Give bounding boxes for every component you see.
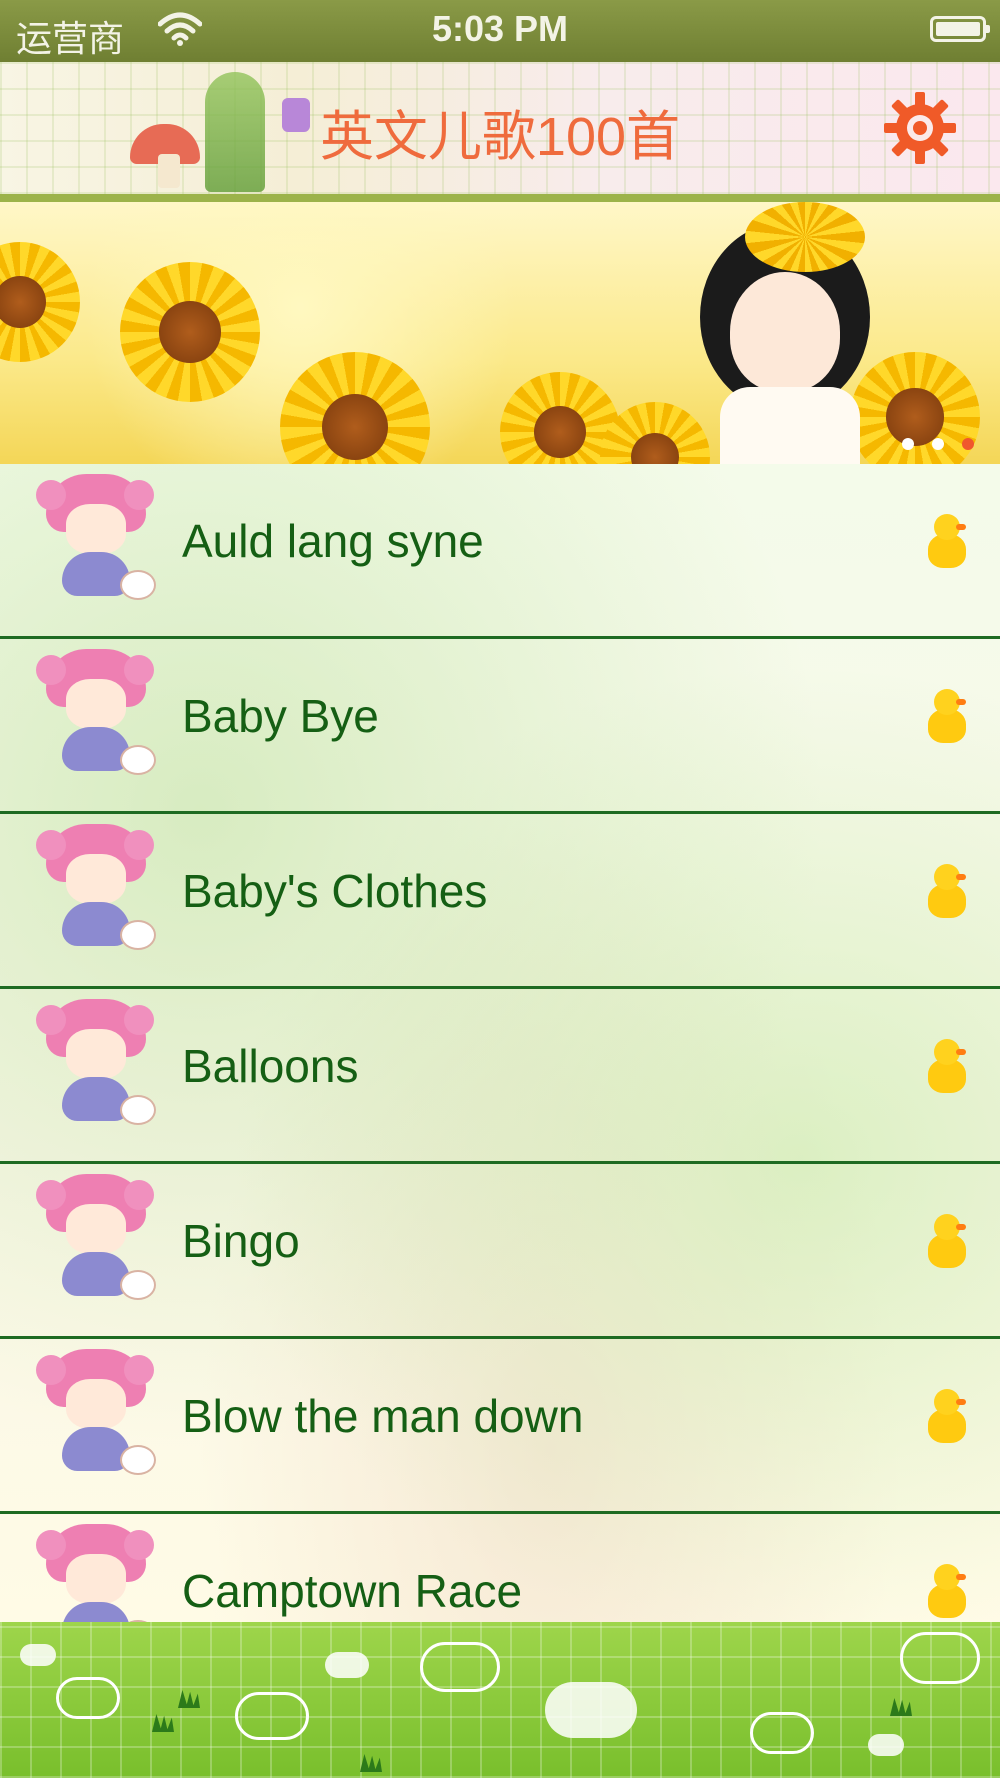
list-item[interactable]: Baby's Clothes	[0, 814, 1000, 989]
gear-icon[interactable]	[882, 90, 958, 166]
list-item[interactable]: Balloons	[0, 989, 1000, 1164]
cloud-decoration	[56, 1677, 120, 1719]
duck-icon	[928, 1389, 966, 1445]
banner-carousel[interactable]	[0, 202, 1000, 464]
page-indicator[interactable]	[902, 438, 974, 450]
doll-icon	[36, 1524, 156, 1622]
battery-icon	[930, 16, 990, 42]
page-dot[interactable]	[932, 438, 944, 450]
duck-icon	[928, 1214, 966, 1270]
list-item[interactable]: Baby Bye	[0, 639, 1000, 814]
cloud-decoration	[235, 1692, 309, 1740]
doll-icon	[36, 649, 156, 777]
song-title: Camptown Race	[182, 1565, 523, 1617]
list-item[interactable]: Camptown Race	[0, 1514, 1000, 1622]
cloud-decoration	[868, 1734, 904, 1756]
duck-icon	[928, 514, 966, 570]
duck-icon	[928, 864, 966, 920]
grass-decoration	[890, 1698, 912, 1716]
nav-header: 英文儿歌100首	[0, 62, 1000, 202]
cloud-decoration	[420, 1642, 500, 1692]
cloud-decoration	[325, 1652, 369, 1678]
grass-decoration	[360, 1754, 382, 1772]
doll-icon	[36, 1174, 156, 1302]
duck-icon	[928, 689, 966, 745]
doll-icon	[36, 999, 156, 1127]
grass-decoration	[152, 1714, 174, 1732]
doll-icon	[36, 474, 156, 602]
duck-icon	[928, 1564, 966, 1620]
page-dot-active[interactable]	[962, 438, 974, 450]
girl-illustration-hat	[745, 202, 865, 272]
list-item[interactable]: Auld lang syne	[0, 464, 1000, 639]
cloud-decoration	[750, 1712, 814, 1754]
grass-decoration	[178, 1690, 200, 1708]
list-item[interactable]: Blow the man down	[0, 1339, 1000, 1514]
song-title: Balloons	[182, 1040, 359, 1092]
cloud-decoration	[545, 1682, 637, 1738]
girl-illustration-dress	[720, 387, 860, 464]
sunflower-image	[120, 262, 260, 402]
girl-illustration-face	[730, 272, 840, 392]
doll-icon	[36, 824, 156, 952]
page-dot[interactable]	[902, 438, 914, 450]
song-title: Auld lang syne	[182, 515, 484, 567]
cloud-decoration	[900, 1632, 980, 1684]
sunflower-image	[0, 242, 80, 362]
song-title: Baby Bye	[182, 690, 379, 742]
bottom-grass-bar	[0, 1622, 1000, 1778]
song-title: Baby's Clothes	[182, 865, 488, 917]
doll-icon	[36, 1349, 156, 1477]
duck-icon	[928, 1039, 966, 1095]
page-title: 英文儿歌100首	[319, 107, 681, 167]
list-item[interactable]: Bingo	[0, 1164, 1000, 1339]
status-bar: 运营商 5:03 PM	[0, 0, 1000, 62]
song-list[interactable]: Auld lang syne Baby Bye Baby's Clothes B…	[0, 464, 1000, 1622]
sunflower-image	[280, 352, 430, 464]
song-title: Bingo	[182, 1215, 300, 1267]
cloud-decoration	[20, 1644, 56, 1666]
status-time: 5:03 PM	[431, 8, 569, 49]
song-title: Blow the man down	[182, 1390, 584, 1442]
